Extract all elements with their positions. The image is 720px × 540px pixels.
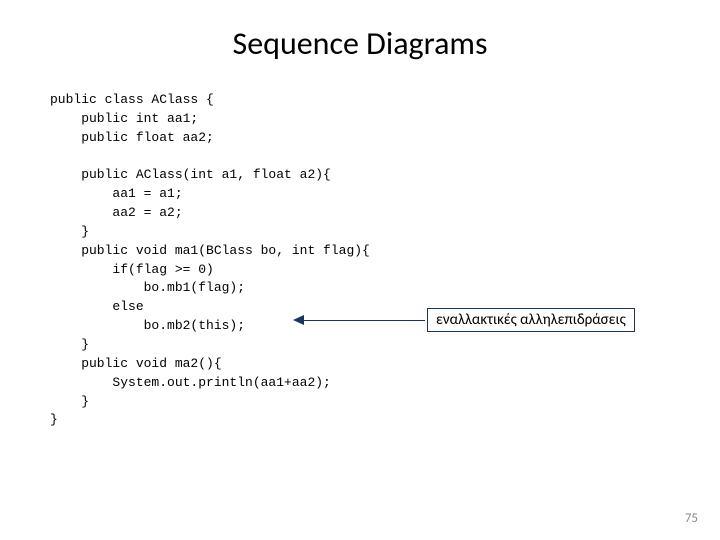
code-block: public class AClass { public int aa1; pu… (50, 91, 670, 430)
arrow-head-icon (293, 315, 304, 325)
page-number: 75 (685, 511, 698, 526)
annotation-label: εναλλακτικές αλληλεπιδράσεις (427, 308, 635, 332)
annotation-callout: εναλλακτικές αλληλεπιδράσεις (295, 308, 675, 334)
arrow-line-icon (295, 320, 425, 321)
page-title: Sequence Diagrams (50, 24, 670, 63)
slide: Sequence Diagrams public class AClass { … (0, 0, 720, 540)
